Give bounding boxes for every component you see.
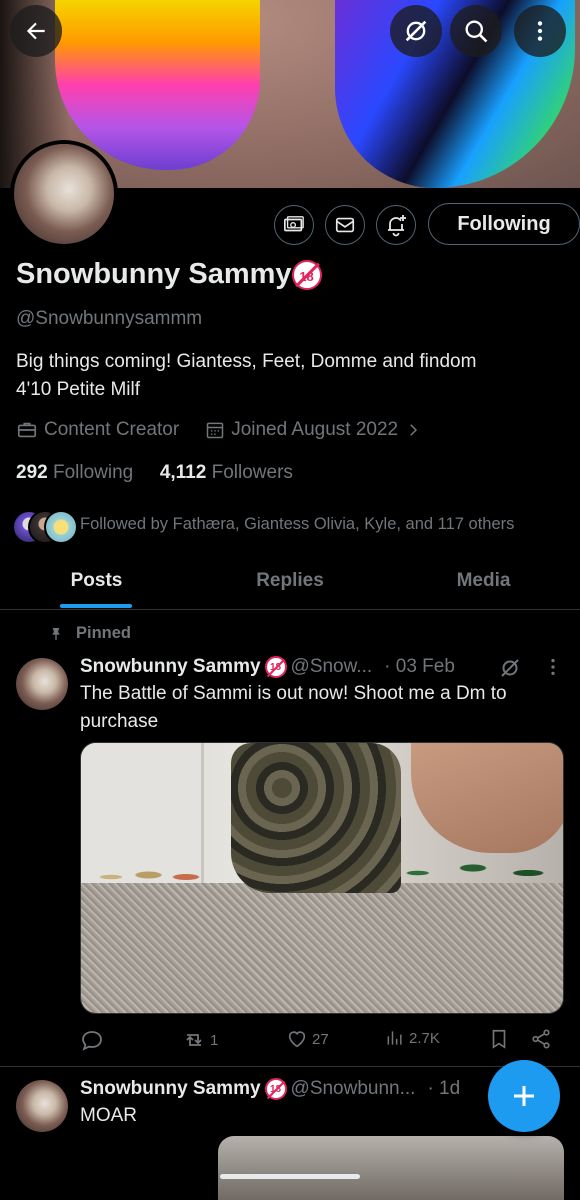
- reply-icon: [82, 1031, 102, 1051]
- tweet-1-actions: 1 27 2.7K: [80, 1028, 565, 1056]
- envelope-icon: [335, 217, 355, 233]
- joined-date: Joined August 2022: [231, 419, 399, 440]
- follower-avatar-3: [44, 510, 78, 544]
- avatar-image: [14, 144, 114, 244]
- pinned-label: Pinned: [48, 624, 131, 643]
- followed-by-text[interactable]: Followed by Fathæra, Giantess Olivia, Ky…: [80, 515, 514, 534]
- profile-avatar[interactable]: [10, 140, 118, 248]
- profile-bio: Big things coming! Giantess, Feet, Domme…: [16, 348, 576, 404]
- followed-by-avatars[interactable]: [12, 510, 78, 544]
- tweet-2-handle[interactable]: @Snowbunn...: [291, 1078, 416, 1100]
- more-options-button[interactable]: [514, 5, 566, 57]
- retweet-button[interactable]: 1: [182, 1028, 218, 1052]
- views-count: 2.7K: [409, 1029, 440, 1047]
- bookmark-icon: [492, 1029, 506, 1049]
- tab-posts[interactable]: Posts: [0, 570, 193, 592]
- tweet-2-media[interactable]: [218, 1136, 564, 1200]
- briefcase-icon: [17, 422, 37, 438]
- followers-count: 4,112: [159, 462, 207, 483]
- tweet-2-avatar-image: [16, 1080, 68, 1132]
- views-button[interactable]: 2.7K: [385, 1028, 440, 1048]
- tab-replies[interactable]: Replies: [193, 570, 387, 592]
- following-label: Following: [52, 462, 134, 483]
- tweet-divider: [0, 1066, 580, 1067]
- bookmark-button[interactable]: [488, 1028, 510, 1050]
- share-icon: [532, 1029, 550, 1049]
- tweet-more-icon[interactable]: [542, 656, 564, 678]
- bio-line-1: Big things coming! Giantess, Feet, Domme…: [16, 351, 477, 372]
- tabs-divider: [0, 609, 580, 610]
- tweet-1-avatar[interactable]: [16, 658, 68, 710]
- money-icon: [284, 216, 304, 232]
- share-button[interactable]: [530, 1028, 552, 1050]
- views-chart-icon: [387, 1031, 402, 1045]
- tweet-1-handle[interactable]: @Snow...: [291, 656, 373, 678]
- chevron-right-icon: [410, 424, 418, 436]
- pin-icon: [52, 627, 60, 640]
- profile-category: Content Creator: [44, 419, 180, 440]
- media-camo-pants: [231, 743, 401, 893]
- compose-button[interactable]: [488, 1060, 560, 1132]
- heart-icon: [288, 1031, 306, 1048]
- pinned-text: Pinned: [76, 624, 132, 642]
- plus-icon: [514, 1086, 534, 1106]
- tab-media[interactable]: Media: [387, 570, 580, 592]
- following-count-link[interactable]: 292 Following: [16, 462, 133, 483]
- following-count: 292: [16, 462, 48, 483]
- calendar-icon: [206, 422, 224, 439]
- tweet-2-date[interactable]: · 1d: [427, 1078, 460, 1100]
- tweet-1-text: The Battle of Sammi is out now! Shoot me…: [80, 680, 570, 736]
- retweet-icon: [186, 1034, 202, 1046]
- profile-name: Snowbunny Sammy18: [16, 258, 322, 291]
- followers-label: Followers: [211, 462, 293, 483]
- grok-button[interactable]: [390, 5, 442, 57]
- tweet-1-text-line-1: The Battle of Sammi is out now! Shoot me…: [80, 683, 507, 704]
- tweet-1-author-name[interactable]: Snowbunny Sammy: [80, 656, 261, 678]
- grok-icon: [405, 20, 427, 42]
- under-18-badge-icon: 18: [264, 656, 287, 678]
- retweet-count: 1: [210, 1031, 219, 1049]
- search-icon: [465, 20, 488, 43]
- joined-date-link[interactable]: Joined August 2022: [205, 419, 422, 441]
- bio-line-2: 4'10 Petite Milf: [16, 379, 141, 400]
- media-carpet: [81, 883, 563, 1013]
- tweet-1-date[interactable]: · 03 Feb: [384, 656, 455, 678]
- active-tab-indicator: [60, 604, 132, 608]
- tweet-1-header: Snowbunny Sammy 18 @Snow... · 03 Feb: [80, 656, 455, 678]
- profile-handle: @Snowbunnysammm: [16, 308, 203, 329]
- media-green-soldiers: [381, 843, 563, 893]
- profile-name-text: Snowbunny Sammy: [16, 258, 292, 290]
- under-18-badge-icon: 18: [291, 260, 322, 290]
- tweet-2-author-name[interactable]: Snowbunny Sammy: [80, 1078, 261, 1100]
- like-button[interactable]: 27: [286, 1028, 329, 1050]
- home-indicator[interactable]: [220, 1174, 360, 1179]
- tweet-1-media[interactable]: [80, 742, 564, 1014]
- reply-button[interactable]: [80, 1028, 104, 1052]
- tweet-1-avatar-image: [16, 658, 68, 710]
- tweet-2-avatar[interactable]: [16, 1080, 68, 1132]
- tweet-1-text-line-2: purchase: [80, 711, 159, 732]
- like-count: 27: [312, 1030, 329, 1048]
- profile-meta: Content Creator Joined August 2022: [16, 419, 422, 441]
- search-button[interactable]: [450, 5, 502, 57]
- notifications-button[interactable]: [376, 205, 416, 245]
- media-tan-soldiers: [81, 853, 231, 893]
- tweet-2-header: Snowbunny Sammy 18 @Snowbunn... · 1d: [80, 1078, 460, 1100]
- follow-counts: 292 Following 4,112 Followers: [16, 462, 293, 484]
- under-18-badge-icon: 18: [264, 1078, 287, 1100]
- back-button[interactable]: [10, 5, 62, 57]
- following-button[interactable]: Following: [428, 203, 580, 245]
- grok-icon[interactable]: [498, 656, 522, 680]
- more-vertical-icon: [537, 21, 543, 41]
- arrow-left-icon: [26, 22, 45, 40]
- followers-count-link[interactable]: 4,112 Followers: [160, 462, 293, 483]
- subscribe-button[interactable]: [274, 205, 314, 245]
- message-button[interactable]: [325, 205, 365, 245]
- bell-plus-icon: [388, 215, 406, 237]
